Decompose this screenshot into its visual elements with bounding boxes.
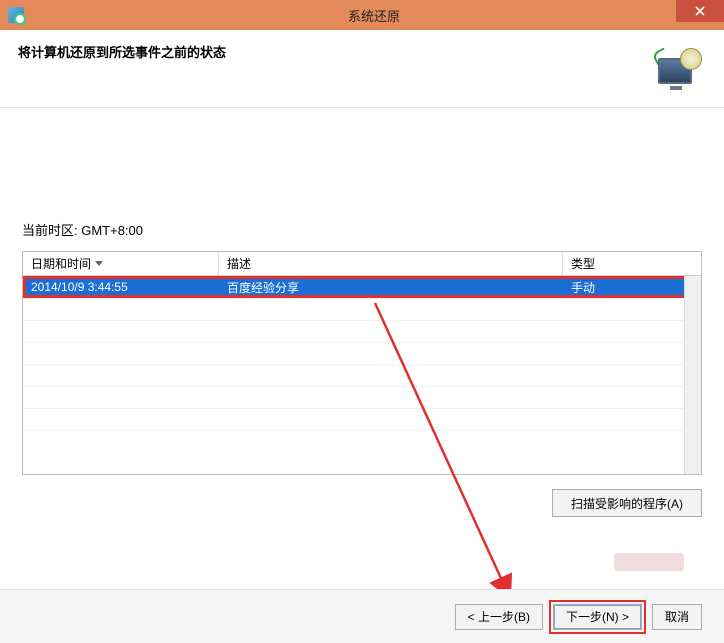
table-row (23, 298, 701, 320)
wizard-footer: < 上一步(B) 下一步(N) > 取消 (0, 589, 724, 643)
column-datetime[interactable]: 日期和时间 (23, 252, 219, 275)
scan-affected-programs-button[interactable]: 扫描受影响的程序(A) (552, 489, 702, 517)
table-header: 日期和时间 描述 类型 (23, 252, 701, 276)
column-type[interactable]: 类型 (563, 252, 701, 275)
table-row (23, 320, 701, 342)
header-band: 将计算机还原到所选事件之前的状态 (0, 30, 724, 108)
watermark (614, 553, 684, 571)
next-button[interactable]: 下一步(N) > (553, 604, 642, 630)
titlebar: 系统还原 (0, 0, 724, 30)
page-heading: 将计算机还原到所选事件之前的状态 (18, 42, 226, 61)
cell-type: 手动 (563, 276, 701, 299)
table-row (23, 408, 701, 430)
system-restore-icon (8, 7, 24, 23)
cancel-button[interactable]: 取消 (652, 604, 702, 630)
table-row (23, 430, 701, 452)
close-icon (695, 6, 705, 16)
column-description[interactable]: 描述 (219, 252, 563, 275)
cell-description: 百度经验分享 (219, 276, 563, 299)
table-row (23, 342, 701, 364)
table-row[interactable]: 2014/10/9 3:44:55 百度经验分享 手动 (23, 276, 701, 298)
back-button[interactable]: < 上一步(B) (455, 604, 543, 630)
restore-points-table[interactable]: 日期和时间 描述 类型 2014/10/9 3:44:55 百度经验分享 手动 (22, 251, 702, 475)
vertical-scrollbar[interactable] (684, 276, 701, 474)
close-button[interactable] (676, 0, 724, 22)
restore-graphic-icon (654, 48, 702, 96)
table-row (23, 364, 701, 386)
table-row (23, 386, 701, 408)
content-area: 当前时区: GMT+8:00 日期和时间 描述 类型 2014/10/9 3:4… (0, 108, 724, 583)
timezone-label: 当前时区: GMT+8:00 (22, 220, 702, 239)
cell-datetime: 2014/10/9 3:44:55 (23, 277, 219, 297)
window-title: 系统还原 (24, 6, 724, 25)
